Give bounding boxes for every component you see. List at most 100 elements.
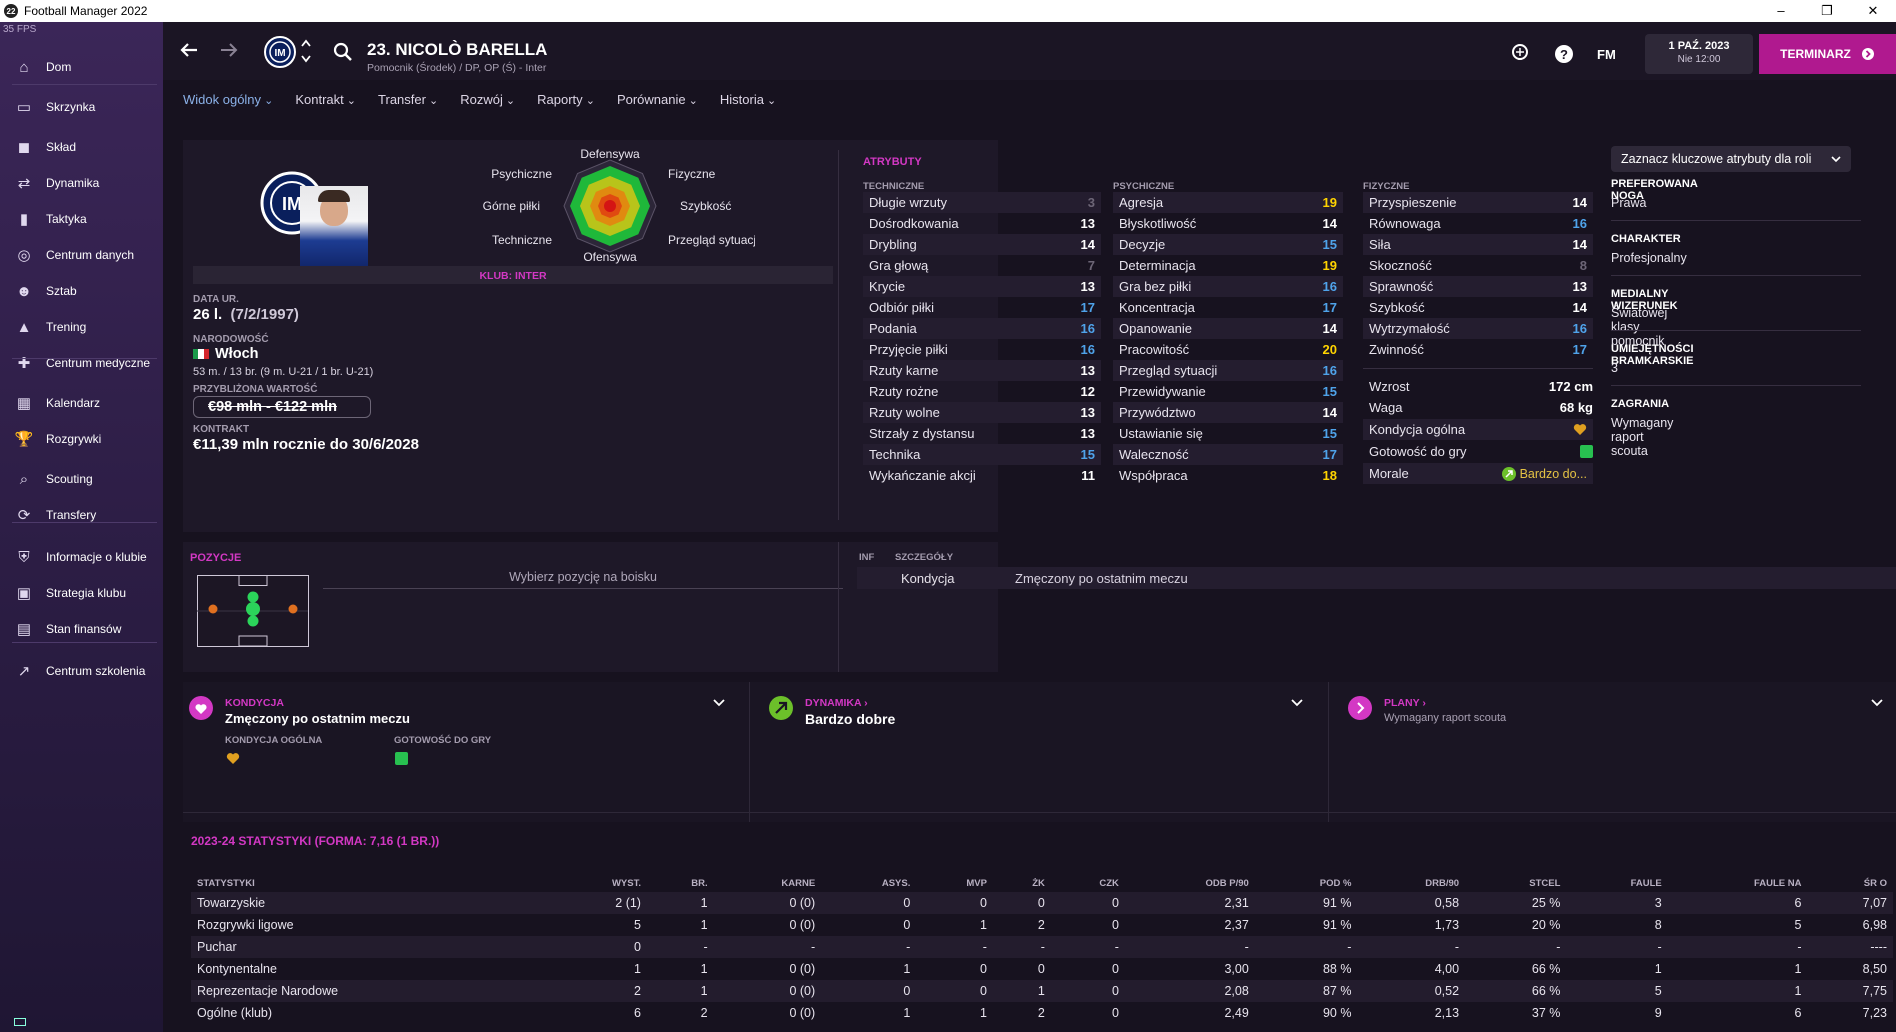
stats-header[interactable]: STATYSTYKI xyxy=(191,874,551,892)
stats-header[interactable]: MVP xyxy=(916,874,993,892)
attribute-row[interactable]: Waleczność 17 xyxy=(1113,444,1343,465)
attribute-row[interactable]: Zwinność 17 xyxy=(1363,339,1593,360)
close-icon[interactable]: ✕ xyxy=(1850,0,1896,22)
sidebar-item-finance[interactable]: ▤ Stan finansów xyxy=(0,614,163,644)
table-row[interactable]: Rozgrywki ligowe 5 1 0 (0) 0 1 2 0 2,37 91 % 1,73 2… xyxy=(191,914,1893,936)
attribute-row[interactable]: Decyzje 15 xyxy=(1113,234,1343,255)
attribute-row[interactable]: Pracowitość 20 xyxy=(1113,339,1343,360)
tab-5[interactable]: Porównanie ⌄ xyxy=(617,92,698,107)
search-icon[interactable] xyxy=(333,42,353,62)
minimize-icon[interactable]: – xyxy=(1758,0,1804,22)
attribute-row[interactable]: Gra głową 7 xyxy=(863,255,1101,276)
chevron-down-icon[interactable] xyxy=(713,699,725,707)
attribute-row[interactable]: Przyjęcie piłki 16 xyxy=(863,339,1101,360)
attribute-row[interactable]: Siła 14 xyxy=(1363,234,1593,255)
attribute-row[interactable]: Przegląd sytuacji 16 xyxy=(1113,360,1343,381)
inter-crest-icon[interactable]: IM xyxy=(262,34,298,70)
attribute-row[interactable]: Rzuty karne 13 xyxy=(863,360,1101,381)
value-field[interactable]: €98 mln - €122 mln xyxy=(193,396,371,418)
sidebar-item-scouting[interactable]: ⌕ Scouting xyxy=(0,464,163,494)
attribute-row[interactable]: Ustawianie się 15 xyxy=(1113,423,1343,444)
attribute-row[interactable]: Drybling 14 xyxy=(863,234,1101,255)
table-row[interactable]: Towarzyskie 2 (1) 1 0 (0) 0 0 0 0 2,31 91 % 0,58 25… xyxy=(191,892,1893,914)
attribute-row[interactable]: Długie wrzuty 3 xyxy=(863,192,1101,213)
attribute-row[interactable]: Podania 16 xyxy=(863,318,1101,339)
attribute-row[interactable]: Gra bez piłki 16 xyxy=(1113,276,1343,297)
stats-header[interactable]: ŚR O xyxy=(1808,874,1894,892)
table-row[interactable]: Ogólne (klub) 6 2 0 (0) 1 1 2 0 2,49 90 % 2,13 37 %… xyxy=(191,1002,1893,1024)
stats-header[interactable]: DRB/90 xyxy=(1357,874,1465,892)
sidebar-item-home[interactable]: ⌂ Dom xyxy=(0,52,163,82)
attribute-row[interactable]: Dośrodkowania 13 xyxy=(863,213,1101,234)
key-attributes-dropdown[interactable]: Zaznacz kluczowe atrybuty dla roli xyxy=(1611,146,1851,172)
chevron-down-icon[interactable] xyxy=(1871,699,1883,707)
date-box[interactable]: 1 PAŹ. 2023 Nie 12:00 xyxy=(1645,34,1753,74)
attribute-row[interactable]: Technika 15 xyxy=(863,444,1101,465)
sidebar-item-strategy[interactable]: ▣ Strategia klubu xyxy=(0,578,163,608)
sidebar-item-transfers[interactable]: ⟳ Transfery xyxy=(0,500,163,530)
stats-header[interactable]: ODB P/90 xyxy=(1125,874,1255,892)
pitch-diagram[interactable] xyxy=(197,575,309,647)
stats-header[interactable]: STCEL xyxy=(1465,874,1566,892)
details-row[interactable]: Kondycja Zmęczony po ostatnim meczu xyxy=(857,567,1896,589)
attribute-row[interactable]: Odbiór piłki 17 xyxy=(863,297,1101,318)
sidebar-item-club-info[interactable]: ⛨ Informacje o klubie xyxy=(0,542,163,572)
attribute-row[interactable]: Rzuty rożne 12 xyxy=(863,381,1101,402)
attribute-row[interactable]: Koncentracja 17 xyxy=(1113,297,1343,318)
tab-0[interactable]: Widok ogólny ⌄ xyxy=(183,92,273,107)
sidebar-item-calendar[interactable]: ▦ Kalendarz xyxy=(0,388,163,418)
attribute-row[interactable]: Strzały z dystansu 13 xyxy=(863,423,1101,444)
table-row[interactable]: Kontynentalne 1 1 0 (0) 1 0 0 0 3,00 88 % 4,00 66 %… xyxy=(191,958,1893,980)
attribute-row[interactable]: Krycie 13 xyxy=(863,276,1101,297)
continue-button[interactable]: TERMINARZ xyxy=(1759,34,1896,74)
forward-icon[interactable] xyxy=(219,41,239,59)
stats-header[interactable]: KARNE xyxy=(714,874,822,892)
attribute-row[interactable]: Błyskotliwość 14 xyxy=(1113,213,1343,234)
sidebar-item-dynamics[interactable]: ⇄ Dynamika xyxy=(0,168,163,198)
tab-6[interactable]: Historia ⌄ xyxy=(720,92,776,107)
attribute-row[interactable]: Szybkość 14 xyxy=(1363,297,1593,318)
sidebar-item-inbox[interactable]: ▭ Skrzynka xyxy=(0,92,163,122)
attribute-row[interactable]: Agresja 19 xyxy=(1113,192,1343,213)
back-icon[interactable] xyxy=(179,41,199,59)
plans-card-title[interactable]: PLANY › xyxy=(1384,697,1426,709)
table-row[interactable]: Puchar 0- - - - - - - - - - - - ---- xyxy=(191,936,1893,958)
player-switch-icon[interactable] xyxy=(301,38,311,64)
attribute-row[interactable]: Przywództwo 14 xyxy=(1113,402,1343,423)
dynamics-card-title[interactable]: DYNAMIKA › xyxy=(805,697,868,709)
sidebar-item-data[interactable]: ◎ Centrum danych xyxy=(0,240,163,270)
attribute-row[interactable]: Wykańczanie akcji 11 xyxy=(863,465,1101,486)
attribute-row[interactable]: Opanowanie 14 xyxy=(1113,318,1343,339)
sidebar-item-tactics[interactable]: ▮ Taktyka xyxy=(0,204,163,234)
sidebar-item-shirt[interactable]: ◼ Skład xyxy=(0,132,163,162)
tab-3[interactable]: Rozwój ⌄ xyxy=(460,92,515,107)
stats-header[interactable]: FAULE xyxy=(1566,874,1667,892)
attribute-row[interactable]: Determinacja 19 xyxy=(1113,255,1343,276)
stats-header[interactable]: ASYS. xyxy=(821,874,916,892)
attribute-row[interactable]: Skoczność 8 xyxy=(1363,255,1593,276)
tab-1[interactable]: Kontrakt ⌄ xyxy=(295,92,356,107)
tab-2[interactable]: Transfer ⌄ xyxy=(378,92,438,107)
table-row[interactable]: Reprezentacje Narodowe 2 1 0 (0) 0 0 1 0 2,08 87 … xyxy=(191,980,1893,1002)
attribute-row[interactable]: Przewidywanie 15 xyxy=(1113,381,1343,402)
brain-icon[interactable] xyxy=(1511,44,1529,62)
stats-header[interactable]: WYST. xyxy=(551,874,647,892)
restore-icon[interactable]: ❐ xyxy=(1804,0,1850,22)
attribute-row[interactable]: Wytrzymałość 16 xyxy=(1363,318,1593,339)
stats-header[interactable]: POD % xyxy=(1255,874,1358,892)
attribute-row[interactable]: Współpraca 18 xyxy=(1113,465,1343,486)
stats-header[interactable]: BR. xyxy=(647,874,714,892)
chevron-down-icon[interactable] xyxy=(1291,699,1303,707)
stats-header[interactable]: CZK xyxy=(1051,874,1125,892)
fm-menu-button[interactable]: FM xyxy=(1597,47,1616,62)
help-icon[interactable]: ? xyxy=(1554,44,1574,64)
attribute-row[interactable]: Przyspieszenie 14 xyxy=(1363,192,1593,213)
attribute-row[interactable]: Sprawność 13 xyxy=(1363,276,1593,297)
stats-header[interactable]: FAULE NA xyxy=(1668,874,1808,892)
sidebar-item-medical[interactable]: ✚ Centrum medyczne xyxy=(0,348,163,378)
sidebar-item-training[interactable]: ▲ Trening xyxy=(0,312,163,342)
tab-4[interactable]: Raporty ⌄ xyxy=(537,92,595,107)
sidebar-item-coaching[interactable]: ↗ Centrum szkolenia xyxy=(0,656,163,686)
attribute-row[interactable]: Równowaga 16 xyxy=(1363,213,1593,234)
sidebar-item-staff[interactable]: ☻ Sztab xyxy=(0,276,163,306)
